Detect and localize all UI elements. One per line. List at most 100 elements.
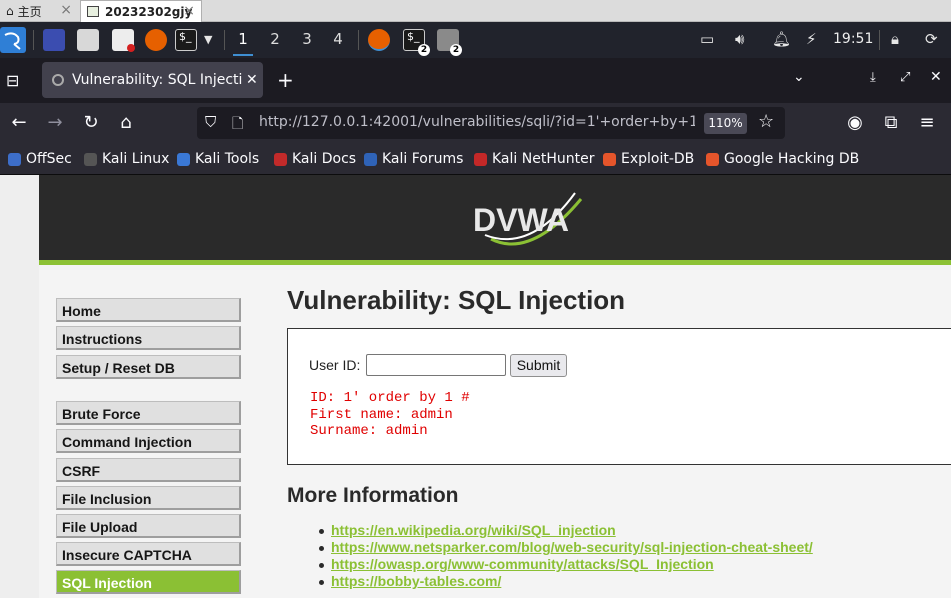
main-content: Home Instructions Setup / Reset DB Brute… [39,270,951,598]
browser-tab-active[interactable]: Vulnerability: SQL Injectio ✕ [42,62,263,98]
submit-button[interactable]: Submit [510,354,567,377]
kali-tools-icon [177,152,190,166]
bookmark-star-icon[interactable]: ☆ [758,111,774,132]
result-id: ID: 1' order by 1 # [310,390,470,406]
forward-arrow-icon[interactable]: → [43,112,67,133]
tab-list-icon[interactable]: ⊟ [6,71,19,90]
menu-item-csrf[interactable]: CSRF [56,458,241,482]
separator [33,30,34,50]
tab-title: Vulnerability: SQL Injectio [72,72,242,88]
vm-tab-label: 主页 [17,4,42,19]
maximize-icon[interactable]: ⤢ [900,70,910,85]
bookmark-google-hacking-db[interactable]: Google Hacking DB [706,151,859,167]
bookmarks-toolbar: OffSec Kali Linux Kali Tools Kali Docs K… [0,144,951,175]
vm-tab-machine[interactable]: 20232302gjy × [80,0,202,22]
menu-icon[interactable]: ≡ [915,112,939,133]
bookmark-kali-docs[interactable]: Kali Docs [274,151,356,167]
workspace-3[interactable]: 3 [297,30,317,48]
list-bullet [319,529,324,534]
page-icon[interactable]: 🗋 [232,113,243,137]
url-text[interactable]: http://127.0.0.1:42001/vulnerabilities/s… [259,114,695,130]
kali-menu-icon[interactable] [0,27,26,53]
link-netsparker[interactable]: https://www.netsparker.com/blog/web-secu… [331,539,813,555]
minimize-icon[interactable]: ⤓ [870,70,876,85]
close-icon[interactable]: × [183,3,195,19]
separator [358,30,359,50]
text-editor-icon[interactable] [112,29,135,52]
workspace-1[interactable]: 1 [233,30,253,56]
new-tab-icon[interactable]: + [277,68,294,92]
svg-text:DVWA: DVWA [473,202,569,238]
workspace-2[interactable]: 2 [265,30,285,48]
bookmark-kali-tools[interactable]: Kali Tools [177,151,259,167]
kali-docs-icon [274,152,287,166]
menu-item-brute-force[interactable]: Brute Force [56,401,241,425]
terminal-count-badge: 2 [418,44,430,56]
menu-item-instructions[interactable]: Instructions [56,326,241,350]
menu-item-insecure-captcha[interactable]: Insecure CAPTCHA [56,542,241,566]
menu-item-setup[interactable]: Setup / Reset DB [56,355,241,379]
close-icon[interactable]: × [60,2,72,18]
offsec-icon [8,152,21,166]
chevron-down-icon[interactable]: ▼ [204,33,212,46]
home-icon: ⌂ [6,4,14,18]
vm-icon [87,6,99,17]
list-all-tabs-icon[interactable]: ⌄ [793,69,805,85]
firefox-window-icon[interactable] [368,29,390,51]
account-icon[interactable]: ◉ [843,112,867,133]
menu-item-sql-injection[interactable]: SQL Injection [56,570,241,594]
bookmark-kali-forums[interactable]: Kali Forums [364,151,463,167]
bookmark-kali-nethunter[interactable]: Kali NetHunter [474,151,594,167]
bookmark-kali-linux[interactable]: Kali Linux [84,151,169,167]
user-id-input[interactable] [366,354,506,376]
reload-icon[interactable]: ↻ [79,112,103,133]
extensions-icon[interactable]: ⧉ [879,112,903,133]
bookmark-exploit-db[interactable]: Exploit-DB [603,151,694,167]
menu-item-command-injection[interactable]: Command Injection [56,429,241,453]
workspace-4[interactable]: 4 [328,30,348,48]
list-bullet [319,580,324,585]
zoom-level-button[interactable]: 110% [704,113,747,134]
clock[interactable]: 19:51 [833,31,873,47]
volume-icon[interactable]: 🔊︎ [735,30,744,48]
desktop-panel: $_ ▼ 1 2 3 4 $_ 2 2 ▭ 🔊︎ 🔔︎ ⚡ 19:51 🔒︎ ⟳ [0,22,951,58]
user-id-label: User ID: [309,357,361,373]
file-manager-icon[interactable] [77,29,99,51]
exploit-db-icon [603,152,616,166]
bookmark-offsec[interactable]: OffSec [8,151,72,167]
lock-icon[interactable]: 🔒︎ [891,30,899,48]
web-page: DVWA Home Instructions Setup / Reset DB … [0,175,951,598]
more-information-heading: More Information [287,484,459,507]
dvwa-logo[interactable]: DVWA [471,187,589,253]
menu-item-file-upload[interactable]: File Upload [56,514,241,538]
dvwa-favicon-icon [52,74,64,86]
menu-item-home[interactable]: Home [56,298,241,322]
link-owasp[interactable]: https://owasp.org/www-community/attacks/… [331,556,714,572]
close-window-icon[interactable]: ✕ [930,69,942,85]
power-manager-icon[interactable]: ⚡ [806,30,817,48]
notification-bell-icon[interactable]: 🔔︎ [772,30,791,48]
url-bar[interactable]: ⛉ 🗋 http://127.0.0.1:42001/vulnerabiliti… [197,107,785,139]
menu-item-file-inclusion[interactable]: File Inclusion [56,486,241,510]
link-bobby-tables[interactable]: https://bobby-tables.com/ [331,573,501,589]
show-desktop-icon[interactable] [43,29,65,51]
close-tab-icon[interactable]: ✕ [246,72,258,88]
link-wikipedia[interactable]: https://en.wikipedia.org/wiki/SQL_inject… [331,522,616,538]
vm-tab-bar: ⌂ 主页 × 20232302gjy × [0,0,951,22]
kali-dragon-icon [84,152,97,166]
separator [879,30,880,50]
query-result: ID: 1' order by 1 # First name: admin Su… [310,390,470,440]
shield-icon[interactable]: ⛉ [205,113,216,131]
files-count-badge: 2 [450,44,462,56]
firefox-icon[interactable] [145,29,167,51]
result-first-name: First name: admin [310,406,453,423]
vm-tab-home[interactable]: ⌂ 主页 × [0,0,78,22]
page-title: Vulnerability: SQL Injection [287,285,626,315]
result-surname: Surname: admin [310,423,428,439]
vulnerable-code-area: User ID: Submit ID: 1' order by 1 # Firs… [287,328,951,465]
home-icon[interactable]: ⌂ [114,112,138,133]
display-icon[interactable]: ▭ [700,30,714,48]
terminal-icon[interactable]: $_ [175,29,197,51]
logout-icon[interactable]: ⟳ [925,30,938,48]
back-arrow-icon[interactable]: ← [7,112,31,133]
